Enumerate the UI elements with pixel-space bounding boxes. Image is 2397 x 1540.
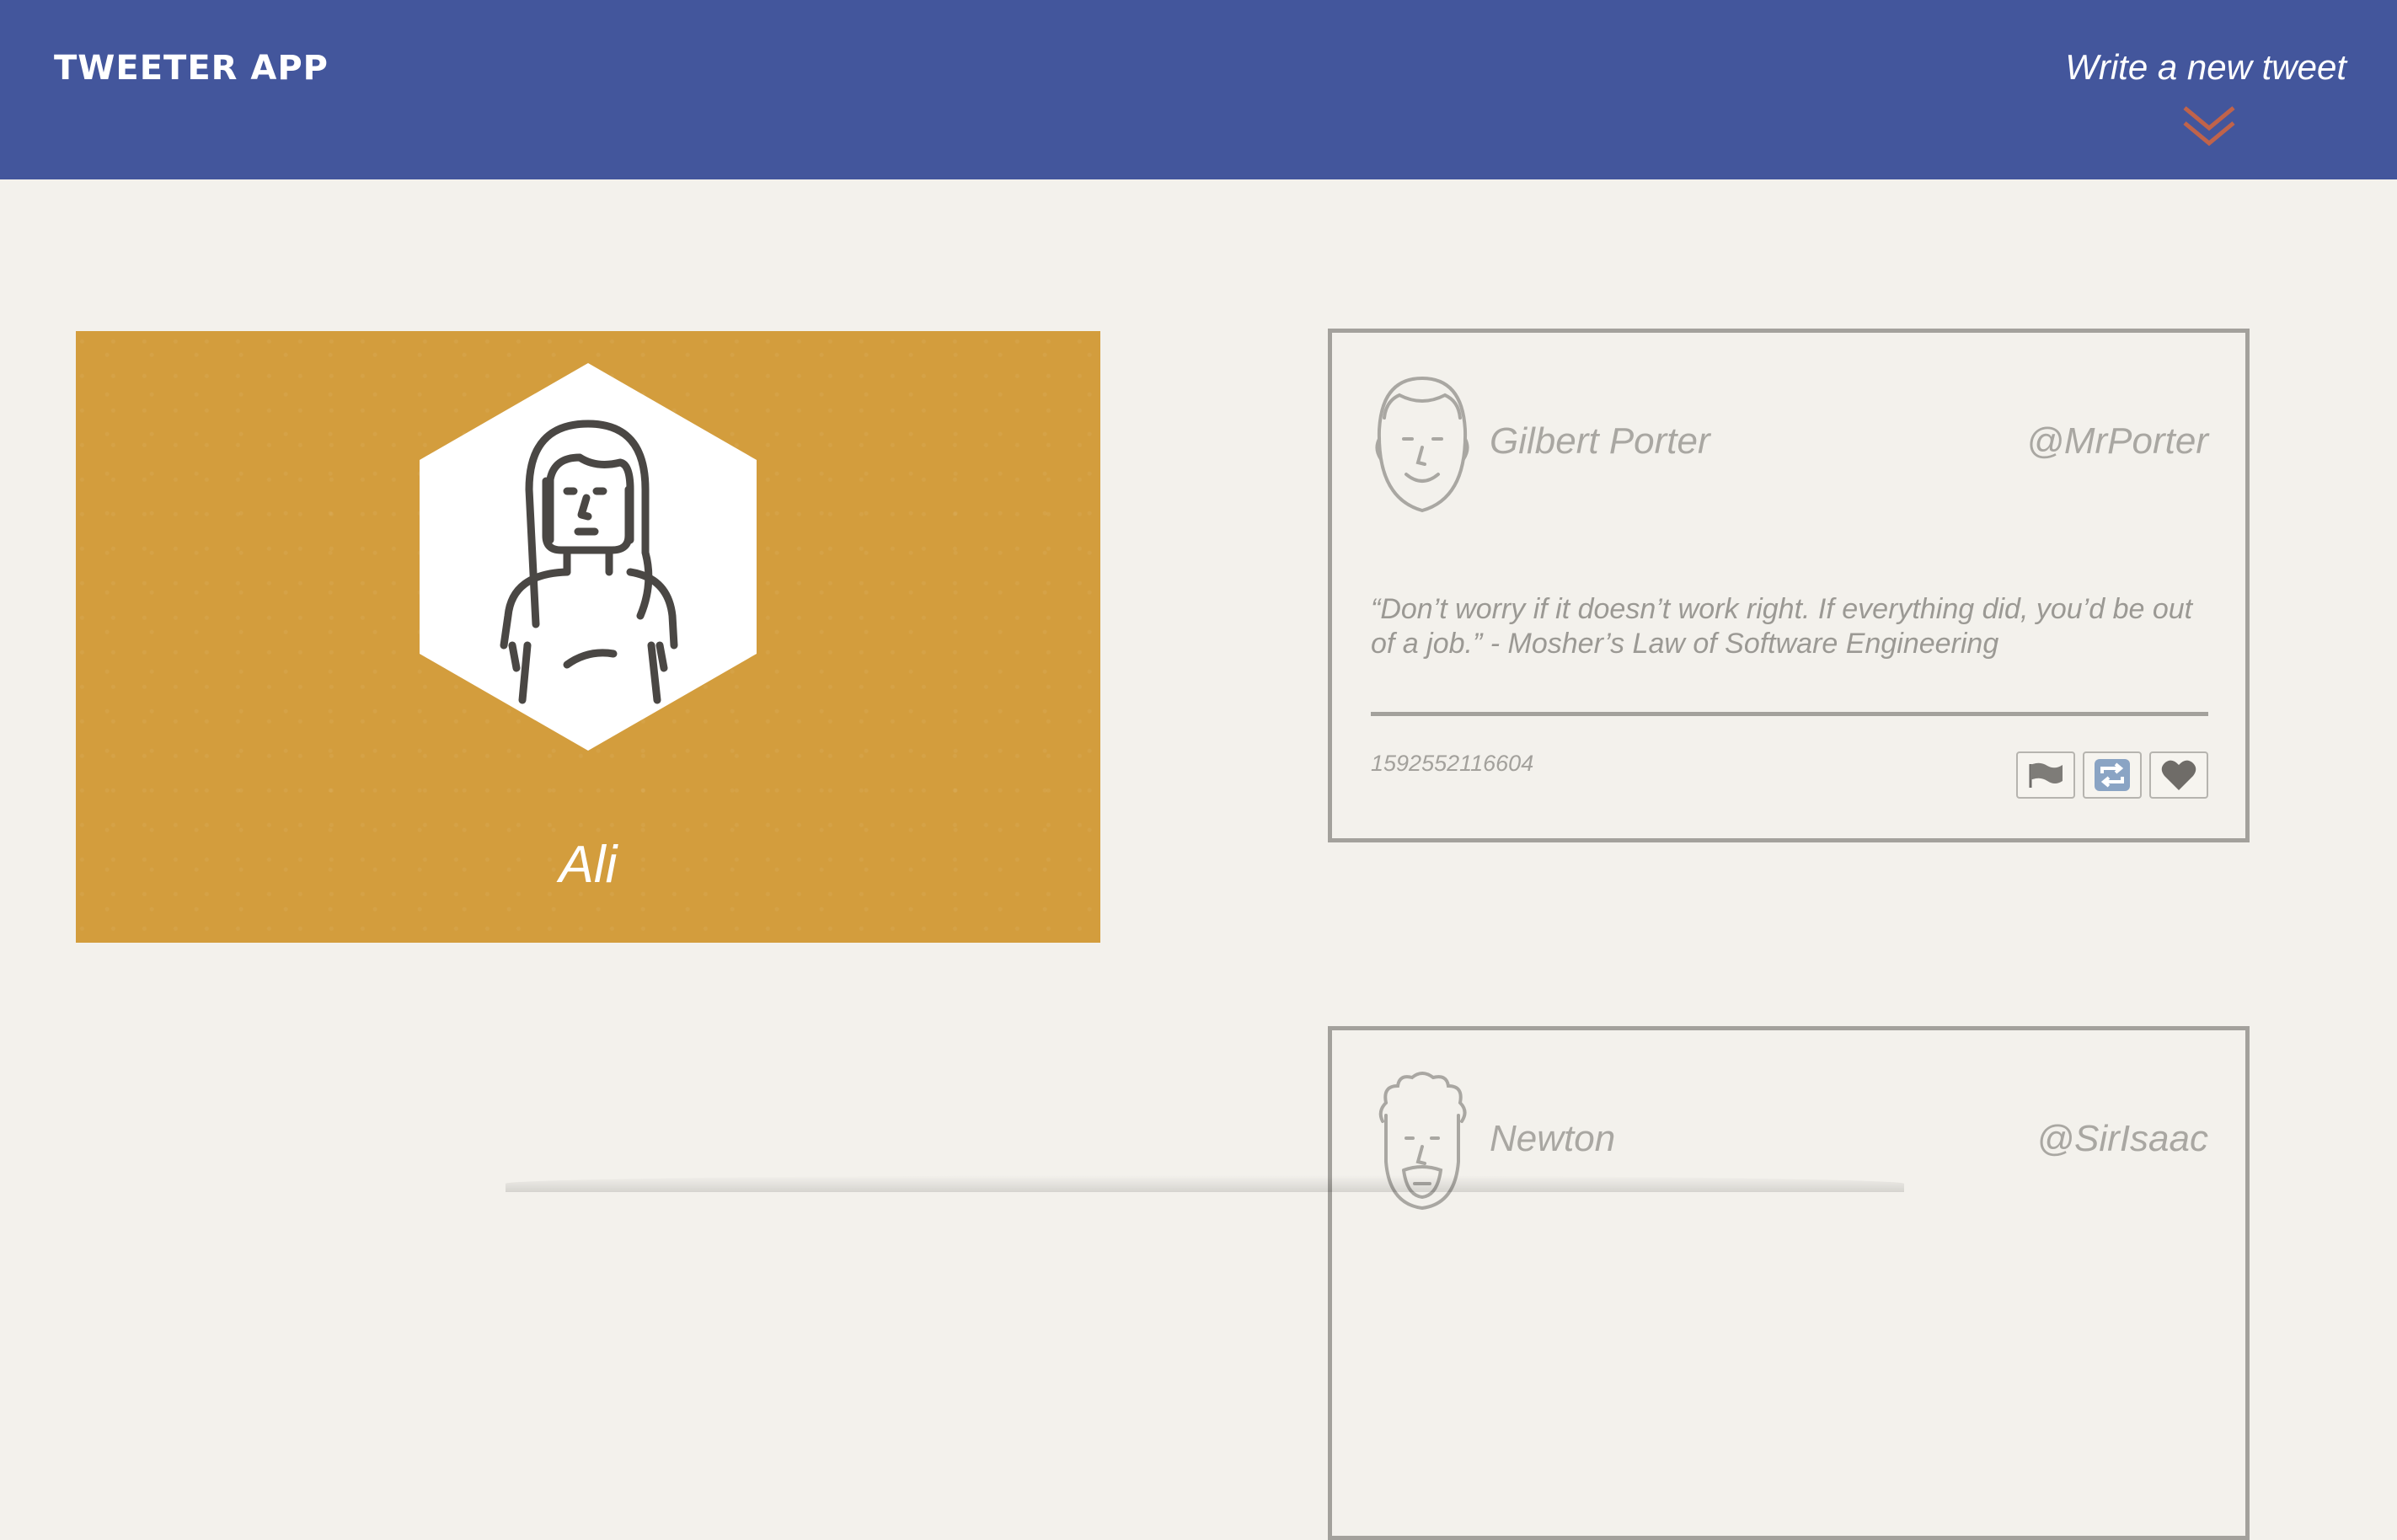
tweet-card: Gilbert Porter @MrPorter “Don’t worry if… [1328,329,2250,842]
profile-card: Ali [76,331,1100,943]
bottom-shadow [506,1175,1904,1192]
tweet-divider [1371,712,2208,716]
profile-name: Ali [559,836,618,894]
top-nav: TWEETER APP Write a new tweet [0,0,2397,179]
tweet-handle: @MrPorter [2026,420,2208,462]
flag-button[interactable] [2016,751,2075,799]
tweet-username: Newton [1490,1118,1616,1159]
retweet-icon [2095,759,2130,791]
tweet-username: Gilbert Porter [1490,420,1710,462]
tweet-timestamp: 1592552116604 [1371,751,1534,776]
write-tweet-toggle[interactable]: Write a new tweet [2009,47,2346,157]
tweet-card: Newton @SirIsaac [1328,1026,2250,1540]
tweet-handle: @SirIsaac [2036,1118,2208,1159]
like-button[interactable] [2149,751,2208,799]
female-avatar-icon [420,363,757,751]
write-tweet-label[interactable]: Write a new tweet [2065,47,2346,88]
tweet-actions [2016,751,2208,799]
bald-man-avatar-icon [1375,376,1469,513]
flag-icon [2029,762,2063,788]
brand-logo[interactable]: TWEETER APP [54,49,329,88]
retweet-button[interactable] [2083,751,2142,799]
double-chevron-down-icon[interactable] [2181,104,2237,148]
tweet-body: “Don’t worry if it doesn’t work right. I… [1371,593,2193,660]
heart-icon [2161,760,2196,790]
